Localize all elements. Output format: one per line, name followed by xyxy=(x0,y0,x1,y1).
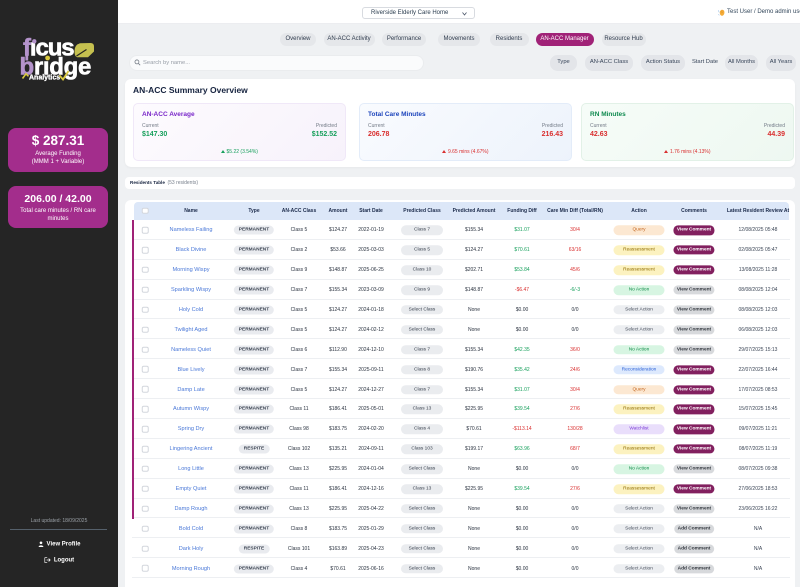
svg-text:Analytics: Analytics xyxy=(29,75,60,82)
